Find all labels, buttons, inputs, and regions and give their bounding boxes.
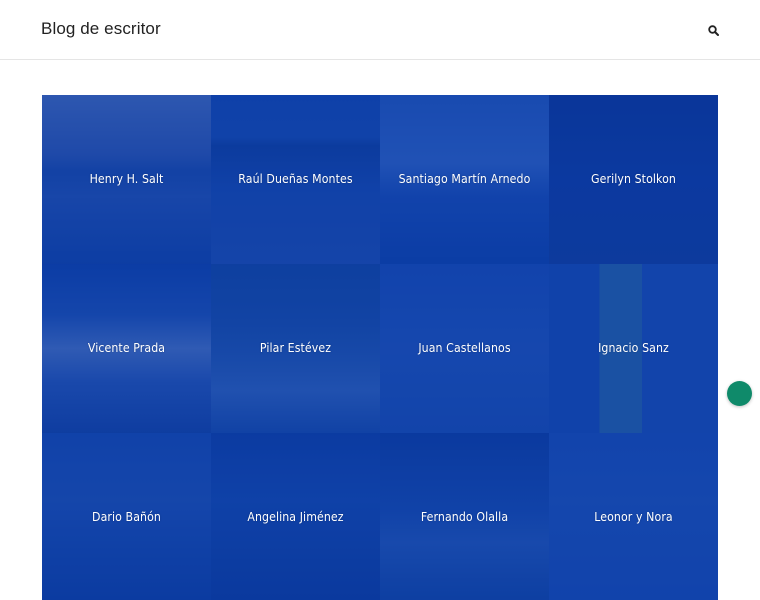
writer-tile[interactable]: Pilar Estévez [211,264,380,433]
search-button[interactable] [703,20,723,40]
writer-name: Gerilyn Stolkon [590,171,676,186]
writer-tile[interactable]: Angelina Jiménez [211,433,380,600]
writer-name: Dario Bañón [92,509,161,524]
writer-tile[interactable]: Ignacio Sanz [549,264,718,433]
floating-action-button[interactable] [727,381,752,406]
writer-tile[interactable]: Santiago Martín Arnedo [380,95,549,264]
writer-tile[interactable]: Juan Castellanos [380,264,549,433]
site-header: Blog de escritor [0,0,760,60]
writer-tile[interactable]: Fernando Olalla [380,433,549,600]
writer-name: Fernando Olalla [420,509,509,524]
writers-grid: Henry H. Salt Raúl Dueñas Montes Santiag… [42,95,718,600]
site-title[interactable]: Blog de escritor [41,19,161,39]
writer-name: Pilar Estévez [259,340,332,355]
writer-name: Raúl Dueñas Montes [238,171,353,186]
writer-tile[interactable]: Henry H. Salt [42,95,211,264]
writer-tile[interactable]: Leonor y Nora [549,433,718,600]
search-icon [707,24,719,36]
writer-name: Juan Castellanos [418,340,511,355]
writer-name: Angelina Jiménez [247,509,344,524]
writer-tile[interactable]: Raúl Dueñas Montes [211,95,380,264]
writer-name: Leonor y Nora [594,509,673,524]
writer-tile[interactable]: Gerilyn Stolkon [549,95,718,264]
writer-name: Vicente Prada [87,340,166,355]
writer-name: Henry H. Salt [89,171,164,186]
writer-tile[interactable]: Dario Bañón [42,433,211,600]
writer-tile[interactable]: Vicente Prada [42,264,211,433]
writer-name: Ignacio Sanz [598,340,669,355]
writer-name: Santiago Martín Arnedo [398,171,531,186]
